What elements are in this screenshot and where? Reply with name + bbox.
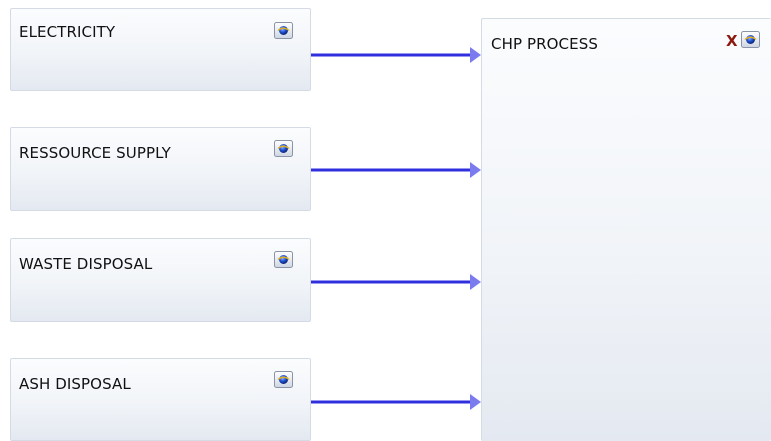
window-icon[interactable] xyxy=(741,31,760,48)
window-icon[interactable] xyxy=(274,371,293,388)
node-chp-process-label: CHP PROCESS xyxy=(491,35,598,53)
node-ash-disposal[interactable]: ASH DISPOSAL xyxy=(10,358,311,441)
connector-waste-disposal[interactable] xyxy=(311,274,481,290)
connector-ressource-supply[interactable] xyxy=(311,162,481,178)
window-icon[interactable] xyxy=(274,140,293,157)
node-waste-disposal-label: WASTE DISPOSAL xyxy=(19,255,153,273)
node-electricity-label: ELECTRICITY xyxy=(19,23,116,41)
node-ressource-supply-label: RESSOURCE SUPPLY xyxy=(19,144,171,162)
node-waste-disposal[interactable]: WASTE DISPOSAL xyxy=(10,238,311,322)
node-ash-disposal-label: ASH DISPOSAL xyxy=(19,375,131,393)
node-ressource-supply[interactable]: RESSOURCE SUPPLY xyxy=(10,127,311,211)
window-icon[interactable] xyxy=(274,251,293,268)
node-electricity[interactable]: ELECTRICITY xyxy=(10,8,311,91)
node-chp-process[interactable]: CHP PROCESS X xyxy=(481,18,771,441)
connector-electricity[interactable] xyxy=(311,47,481,63)
connector-ash-disposal[interactable] xyxy=(311,394,481,410)
window-icon[interactable] xyxy=(274,22,293,39)
close-icon[interactable]: X xyxy=(726,34,738,49)
